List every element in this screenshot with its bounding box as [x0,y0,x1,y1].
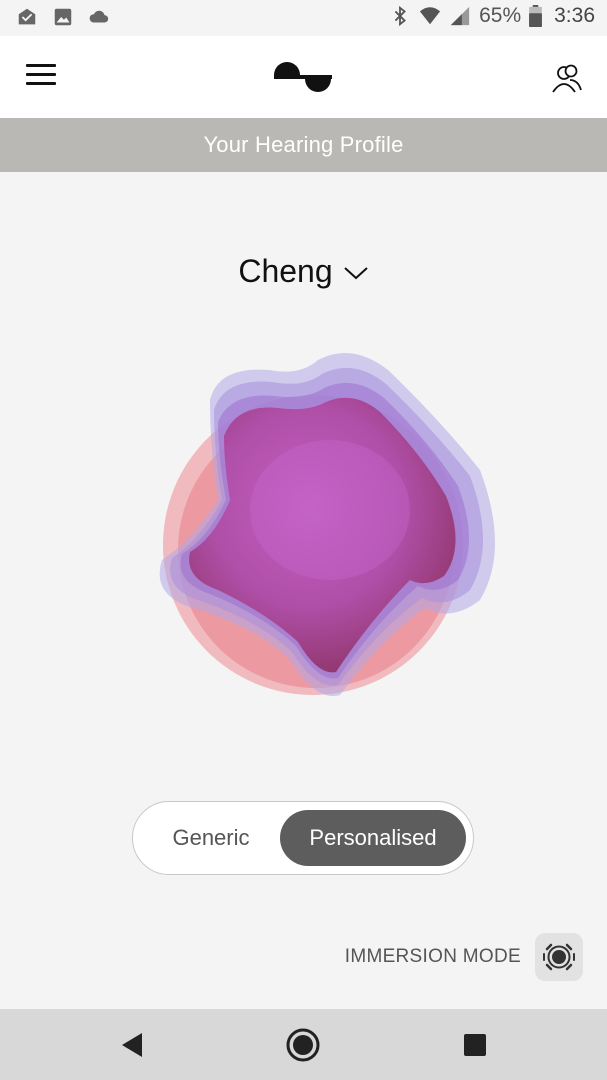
wifi-icon [420,7,441,25]
user-name: Cheng [238,252,333,289]
immersion-mode-control[interactable]: IMMERSION MODE [345,933,583,981]
status-time: 3:36 [554,4,595,27]
toggle-option-generic[interactable]: Generic [141,810,281,866]
back-icon[interactable] [114,1027,150,1063]
inbox-check-icon [18,8,36,25]
system-nav-bar [0,1009,607,1080]
toggle-option-personalised[interactable]: Personalised [280,810,466,866]
immersion-mode-label: IMMERSION MODE [344,946,521,967]
bluetooth-icon [394,5,407,27]
profile-mode-toggle: Generic Personalised [132,801,474,875]
profiles-icon[interactable] [550,62,584,94]
chevron-down-icon [343,267,368,280]
hamburger-menu-icon[interactable] [26,64,56,88]
home-icon[interactable] [285,1027,321,1063]
immersion-icon [543,943,575,971]
hearing-profile-visualization [159,352,495,696]
user-dropdown[interactable]: Cheng [0,246,607,296]
page-title: Your Hearing Profile [203,132,404,157]
immersion-mode-button[interactable] [535,933,583,981]
status-right-icons: 65% 3:36 [389,4,595,28]
cellular-signal-icon [450,6,470,26]
image-icon [54,8,72,26]
app-bar [0,36,607,118]
brand-logo [274,62,332,92]
cloud-icon [89,10,109,23]
battery-percentage: 65% [479,4,522,27]
battery-icon [529,5,543,27]
status-bar: 65% 3:36 [0,0,607,36]
recents-icon[interactable] [457,1027,493,1063]
title-bar: Your Hearing Profile [0,118,607,172]
status-left-icons [16,6,110,28]
